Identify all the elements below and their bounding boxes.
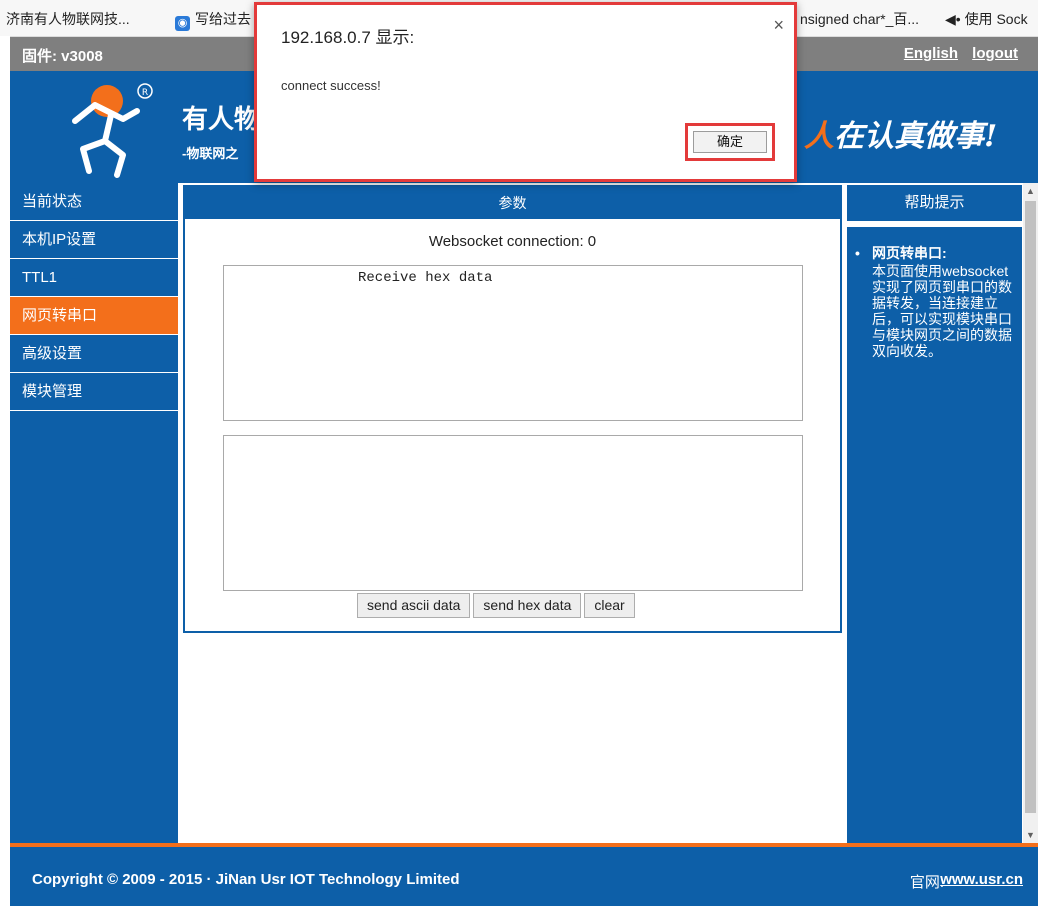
scroll-up-icon[interactable]: ▲	[1023, 183, 1038, 199]
close-icon[interactable]: ×	[773, 15, 784, 36]
website-link[interactable]: www.usr.cn	[940, 871, 1023, 888]
language-link[interactable]: English	[904, 45, 958, 62]
sidebar-item-ip-settings[interactable]: 本机IP设置	[10, 221, 178, 259]
slogan-highlight: 人	[804, 119, 834, 154]
logout-link[interactable]: logout	[972, 45, 1018, 62]
footer: Copyright © 2009 - 2015 · JiNan Usr IOT …	[10, 843, 1038, 906]
copyright-text: Copyright © 2009 - 2015 · JiNan Usr IOT …	[32, 871, 460, 888]
brand-name: 有人物	[182, 105, 261, 135]
sidebar-item-status[interactable]: 当前状态	[10, 183, 178, 221]
dialog-title: 192.168.0.7 显示:	[281, 28, 415, 47]
bookmark-label: 使用 Sock	[964, 11, 1028, 27]
slogan: 人在认真做事!	[804, 111, 997, 155]
websocket-status: Websocket connection: 0	[428, 233, 597, 250]
action-buttons: send ascii data send hex data clear	[357, 593, 638, 618]
bookmark-socket[interactable]: ◀• 使用 Sock	[945, 9, 1028, 29]
help-text: 本页面使用websocket实现了网页到串口的数据转发，当连接建立后，可以实现模…	[872, 263, 1012, 359]
send-hex-button[interactable]: send hex data	[473, 593, 582, 618]
logo-icon: R	[72, 83, 153, 178]
alert-dialog: 192.168.0.7 显示: × connect success! 确定	[254, 2, 797, 182]
bookmark-label: nsigned char*_百...	[800, 11, 920, 27]
bookmark-label: 写给过去	[195, 11, 251, 27]
dialog-message: connect success!	[281, 78, 381, 93]
help-heading: 网页转串口:	[872, 245, 947, 261]
sidebar-item-ttl1[interactable]: TTL1	[10, 259, 178, 297]
website-label: 官网:	[909, 874, 944, 891]
bookmark-write-past[interactable]: ◉ 写给过去	[175, 9, 251, 31]
page-margin	[0, 36, 10, 906]
help-title: 帮助提示	[847, 185, 1022, 221]
ok-button-highlight: 确定	[685, 123, 775, 161]
sidebar-item-module-management[interactable]: 模块管理	[10, 373, 178, 411]
scroll-thumb[interactable]	[1025, 201, 1036, 813]
svg-text:R: R	[142, 88, 148, 98]
slogan-text: 在认真做事!	[834, 119, 998, 154]
receive-textarea[interactable]: Receive hex data	[223, 265, 803, 421]
help-panel: • 网页转串口: 本页面使用websocket实现了网页到串口的数据转发，当连接…	[847, 227, 1022, 843]
send-textarea[interactable]	[223, 435, 803, 591]
ok-button[interactable]: 确定	[693, 131, 767, 153]
firmware-version: 固件: v3008	[22, 48, 103, 65]
panel-title: 参数	[185, 187, 840, 219]
sound-icon: ◀•	[945, 11, 965, 27]
scroll-down-icon[interactable]: ▼	[1023, 827, 1038, 843]
bookmark-usr[interactable]: 济南有人物联网技...	[6, 9, 130, 29]
help-bullet: •	[855, 245, 860, 261]
bookmark-icon: ◉	[175, 16, 190, 31]
sidebar: 当前状态 本机IP设置 TTL1 网页转串口 高级设置 模块管理	[10, 183, 178, 843]
bookmark-unsigned-char[interactable]: nsigned char*_百...	[800, 9, 919, 29]
page-scrollbar[interactable]: ▲ ▼	[1023, 183, 1038, 843]
sidebar-item-web-to-serial[interactable]: 网页转串口	[10, 297, 178, 335]
send-ascii-button[interactable]: send ascii data	[357, 593, 471, 618]
parameters-panel: 参数 Websocket connection: 0 Receive hex d…	[183, 185, 842, 633]
bookmark-label: 济南有人物联网技...	[6, 11, 130, 27]
clear-button[interactable]: clear	[584, 593, 635, 618]
brand-subtitle: -物联网之	[182, 146, 239, 161]
sidebar-item-advanced[interactable]: 高级设置	[10, 335, 178, 373]
